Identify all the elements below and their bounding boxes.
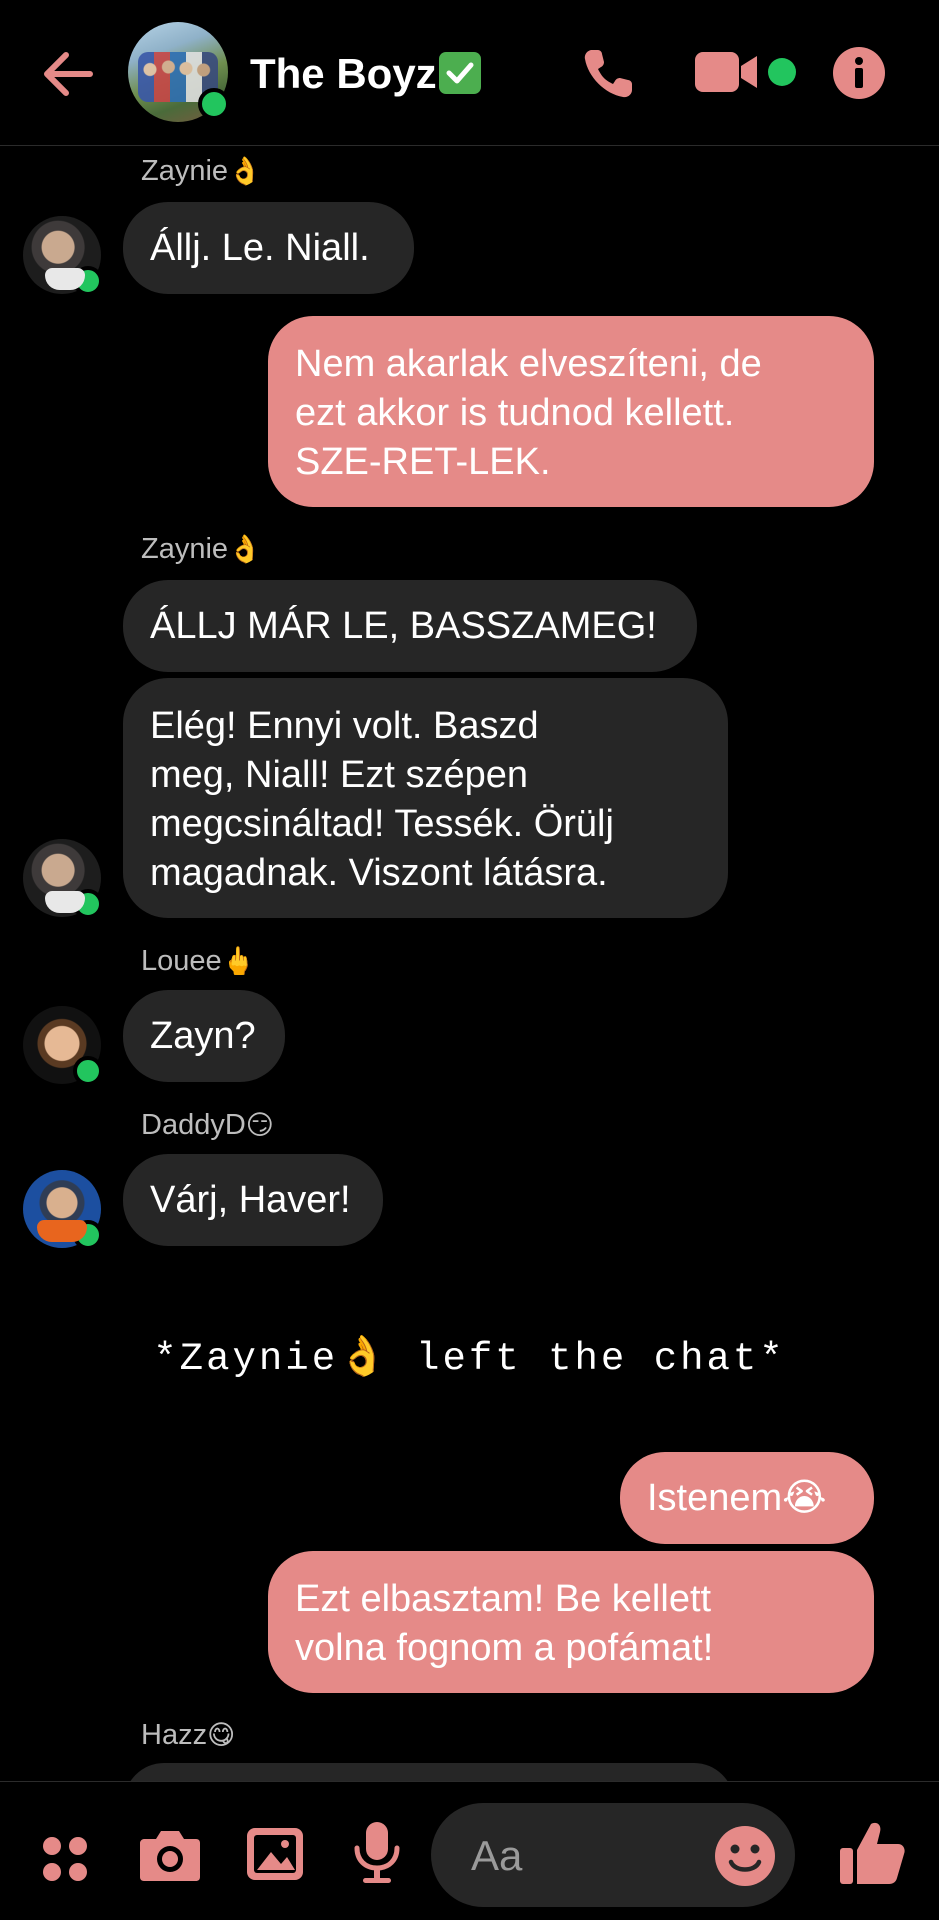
chat-title[interactable]: The Boyz: [250, 50, 481, 98]
sender-name: Zaynie👌: [141, 533, 262, 565]
video-online-dot: [768, 58, 796, 86]
back-arrow-icon[interactable]: [38, 44, 98, 104]
info-icon[interactable]: [832, 46, 886, 100]
message-input-wrapper[interactable]: [431, 1803, 795, 1907]
message-bubble[interactable]: ÁLLJ MÁR LE, BASSZAMEG!: [123, 580, 697, 672]
message-bubble[interactable]: Állj. Le. Niall.: [123, 202, 414, 294]
check-mark-icon: [438, 52, 481, 94]
message-bubble-outgoing[interactable]: Nem akarlak elveszíteni, de ezt akkor is…: [268, 316, 874, 507]
avatar[interactable]: [23, 839, 103, 919]
gallery-icon[interactable]: [245, 1826, 305, 1882]
phone-icon[interactable]: [578, 44, 638, 104]
sender-name: Hazz😋: [141, 1719, 236, 1751]
message-bubble[interactable]: Zayn?: [123, 990, 285, 1082]
message-bubble[interactable]: Elég! Ennyi volt. Baszd meg, Niall! Ezt …: [123, 678, 728, 918]
avatar[interactable]: [23, 216, 103, 296]
system-message: *Zaynie👌 left the chat*: [153, 1337, 786, 1381]
avatar[interactable]: [23, 1006, 103, 1086]
message-input[interactable]: [469, 1825, 703, 1887]
message-bubble[interactable]: Várj, Haver!: [123, 1154, 383, 1246]
message-bubble-outgoing[interactable]: Istenem😭: [620, 1452, 874, 1544]
online-status-dot: [73, 1220, 103, 1250]
message-bubble-outgoing[interactable]: Ezt elbasztam! Be kellett volna fognom a…: [268, 1551, 874, 1693]
online-status-dot: [73, 266, 103, 296]
apps-icon[interactable]: [40, 1834, 90, 1884]
online-status-dot: [198, 88, 230, 120]
microphone-icon[interactable]: [351, 1820, 403, 1886]
video-camera-icon[interactable]: [695, 48, 759, 96]
sender-name: DaddyD😏: [141, 1109, 274, 1141]
chat-title-text: The Boyz: [250, 50, 437, 97]
sender-name: Louee🖕: [141, 945, 256, 977]
camera-icon[interactable]: [138, 1827, 202, 1883]
online-status-dot: [73, 889, 103, 919]
chat-header: The Boyz: [0, 0, 939, 146]
group-avatar[interactable]: [128, 22, 230, 122]
emoji-icon[interactable]: [714, 1825, 776, 1887]
online-status-dot: [73, 1056, 103, 1086]
thumbs-up-icon[interactable]: [838, 1818, 908, 1888]
avatar[interactable]: [23, 1170, 103, 1250]
sender-name: Zaynie👌: [141, 155, 262, 187]
